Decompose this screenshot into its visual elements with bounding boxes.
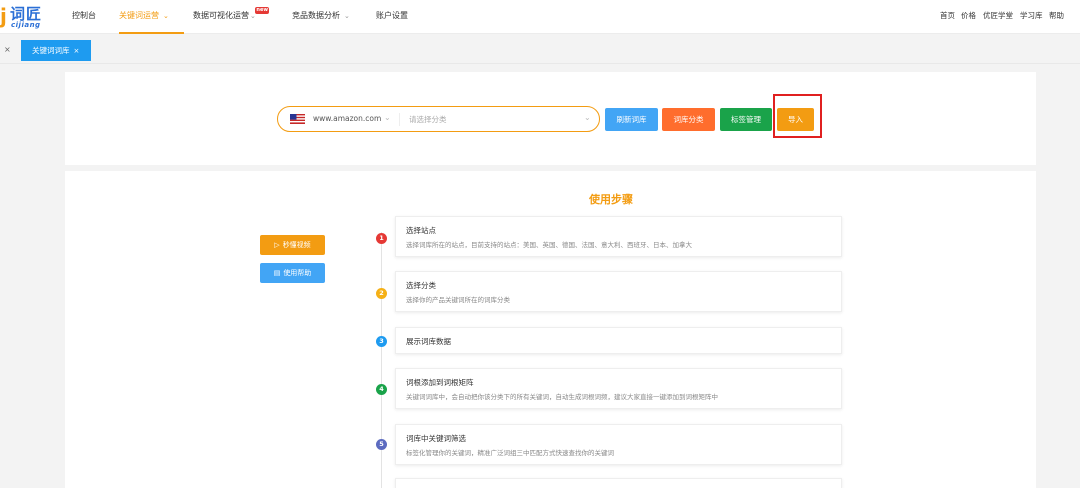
step-title: 词库中关键词筛选: [406, 434, 466, 443]
step-card: 选择站点 选择词库所在的站点，目前支持的站点：美国、英国、德国、法国、意大利、西…: [395, 216, 842, 257]
play-icon: ▷: [274, 241, 280, 249]
divider: [399, 113, 400, 126]
step-description: 关键词词库中，会自动把你该分类下的所有关键词，自动生成词根词频，建议大家直接一键…: [406, 393, 718, 401]
nav-item-label: 数据可视化运营: [193, 11, 249, 20]
new-badge: new: [255, 7, 269, 14]
site-category-selector: www.amazon.com ⌄ 请选择分类 ⌄: [277, 106, 600, 132]
chevron-down-icon: ⌄: [250, 12, 256, 20]
step-title: 词根添加到词根矩阵: [406, 378, 474, 387]
logo-subtext: cijiang: [11, 21, 41, 29]
us-flag-icon: [290, 114, 305, 124]
nav-item-label: 关键词运营: [119, 11, 159, 20]
nav-item-label: 控制台: [72, 11, 96, 20]
logo[interactable]: j 词匠 cijiang: [0, 3, 52, 31]
chevron-down-icon[interactable]: ⌄: [384, 113, 391, 122]
document-icon: ▤: [273, 269, 281, 277]
chevron-down-icon: ⌄: [163, 12, 169, 20]
nav-link-help[interactable]: 帮助: [1049, 0, 1064, 34]
step-title: 选择分类: [406, 281, 436, 290]
step-card: [395, 478, 842, 488]
step-number-badge: 2: [376, 288, 387, 299]
nav-item-label: 账户设置: [376, 11, 408, 20]
step-title: 展示词库数据: [406, 337, 451, 346]
library-classify-button[interactable]: 词库分类: [662, 108, 715, 131]
nav-item-data-visualization[interactable]: 数据可视化运营⌄ new: [193, 0, 273, 34]
refresh-library-button[interactable]: 刷新词库: [605, 108, 658, 131]
tab-label: 关键词词库: [32, 46, 70, 55]
step-card: 词库中关键词筛选 标签化管理你的关键词，精准广泛词组三中匹配方式快速查找你的关键…: [395, 424, 842, 465]
chevron-down-icon: ⌄: [344, 12, 350, 20]
step-number-badge: 1: [376, 233, 387, 244]
site-select[interactable]: www.amazon.com: [313, 114, 381, 123]
step-number-badge: 3: [376, 336, 387, 347]
category-select[interactable]: 请选择分类: [409, 114, 447, 125]
chevron-down-icon[interactable]: ⌄: [584, 113, 591, 122]
tab-keyword-library[interactable]: 关键词词库 ×: [21, 40, 91, 61]
nav-item-keyword-ops[interactable]: 关键词运营 ⌄: [119, 0, 184, 34]
close-icon[interactable]: ×: [74, 47, 80, 55]
step-card: 展示词库数据: [395, 327, 842, 354]
help-button-label: 使用帮助: [283, 269, 312, 277]
video-button-label: 秒懂视频: [282, 241, 311, 249]
steps-title: 使用步骤: [589, 193, 633, 206]
tab-bar: × 关键词词库 ×: [0, 36, 1080, 64]
nav-item-label: 竞品数据分析: [292, 11, 340, 20]
top-nav: j 词匠 cijiang 控制台 关键词运营 ⌄ 数据可视化运营⌄ new 竞品数…: [0, 0, 1080, 34]
nav-link-academy[interactable]: 优匠学堂: [983, 0, 1013, 34]
import-highlight-box: [773, 94, 822, 138]
step-description: 标签化管理你的关键词，精准广泛词组三中匹配方式快速查找你的关键词: [406, 449, 614, 457]
step-number-badge: 4: [376, 384, 387, 395]
step-title: 选择站点: [406, 226, 436, 235]
nav-link-library[interactable]: 学习库: [1020, 0, 1043, 34]
step-description: 选择词库所在的站点，目前支持的站点：美国、英国、德国、法国、意大利、西班牙、日本…: [406, 241, 692, 249]
nav-item-competitor-analysis[interactable]: 竞品数据分析 ⌄: [292, 0, 350, 34]
nav-item-dashboard[interactable]: 控制台: [72, 0, 96, 34]
step-description: 选择你的产品关键词所在的词库分类: [406, 296, 510, 304]
step-card: 词根添加到词根矩阵 关键词词库中，会自动把你该分类下的所有关键词，自动生成词根词…: [395, 368, 842, 409]
nav-link-pricing[interactable]: 价格: [961, 0, 976, 34]
step-card: 选择分类 选择你的产品关键词所在的词库分类: [395, 271, 842, 312]
help-button[interactable]: ▤ 使用帮助: [260, 263, 325, 283]
logo-mark-icon: j: [0, 4, 7, 28]
close-icon[interactable]: ×: [4, 45, 11, 54]
video-button[interactable]: ▷ 秒懂视频: [260, 235, 325, 255]
step-number-badge: 5: [376, 439, 387, 450]
nav-item-account-settings[interactable]: 账户设置: [376, 0, 408, 34]
nav-link-home[interactable]: 首页: [940, 0, 955, 34]
tag-management-button[interactable]: 标签管理: [720, 108, 772, 131]
